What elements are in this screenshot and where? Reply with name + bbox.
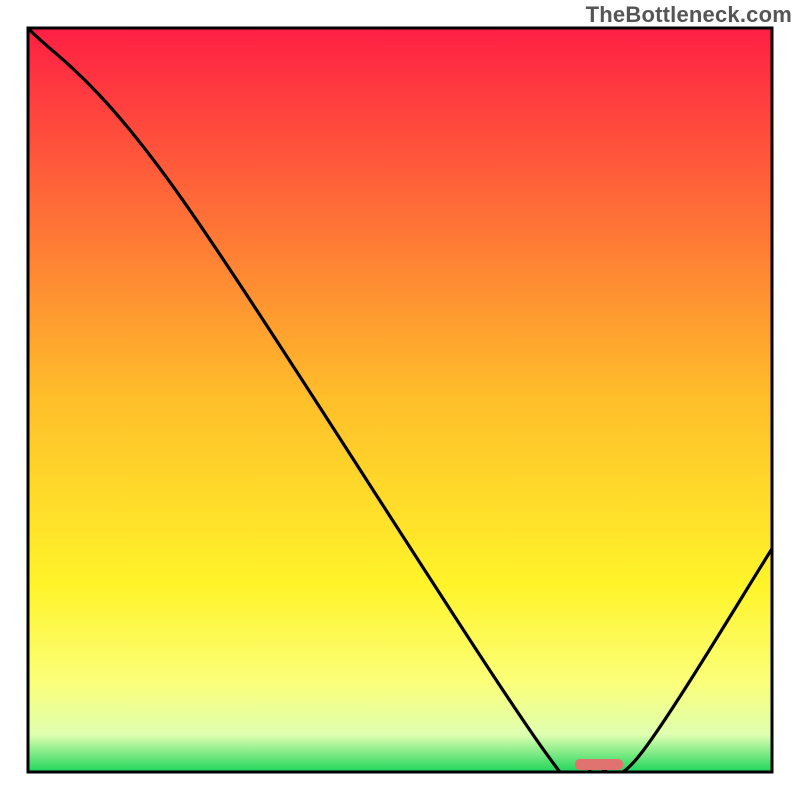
watermark-text: TheBottleneck.com [586,2,792,28]
bottleneck-chart: TheBottleneck.com [0,0,800,800]
optimal-marker [575,759,623,770]
chart-svg [0,0,800,800]
